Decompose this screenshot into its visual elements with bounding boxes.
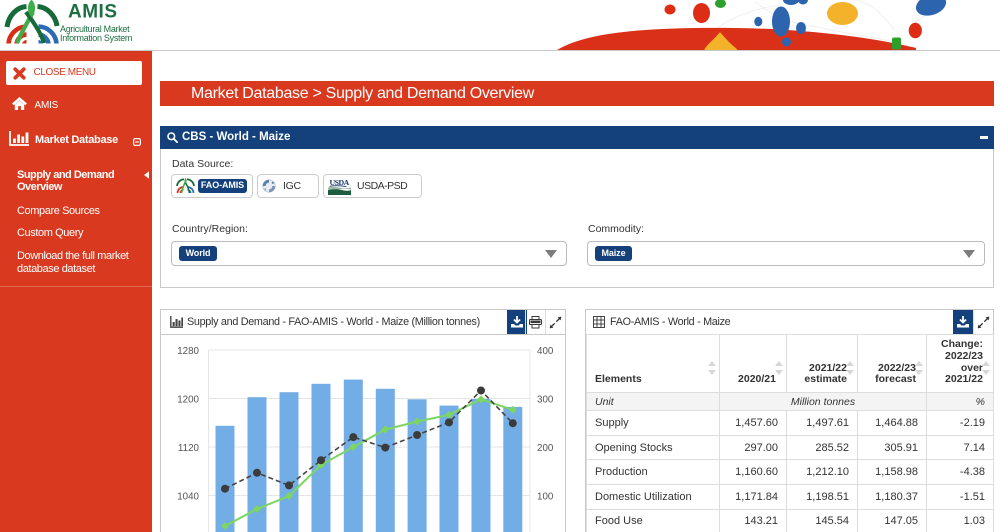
svg-text:100: 100 (537, 492, 554, 503)
svg-text:Information System: Information System (60, 33, 132, 43)
svg-text:AMIS: AMIS (68, 2, 118, 23)
svg-text:1040: 1040 (177, 492, 199, 503)
svg-text:200: 200 (537, 443, 554, 454)
svg-text:400: 400 (537, 346, 554, 357)
svg-text:1280: 1280 (177, 346, 199, 357)
svg-text:1120: 1120 (178, 443, 200, 454)
svg-text:1200: 1200 (177, 395, 199, 406)
svg-text:300: 300 (537, 395, 554, 406)
